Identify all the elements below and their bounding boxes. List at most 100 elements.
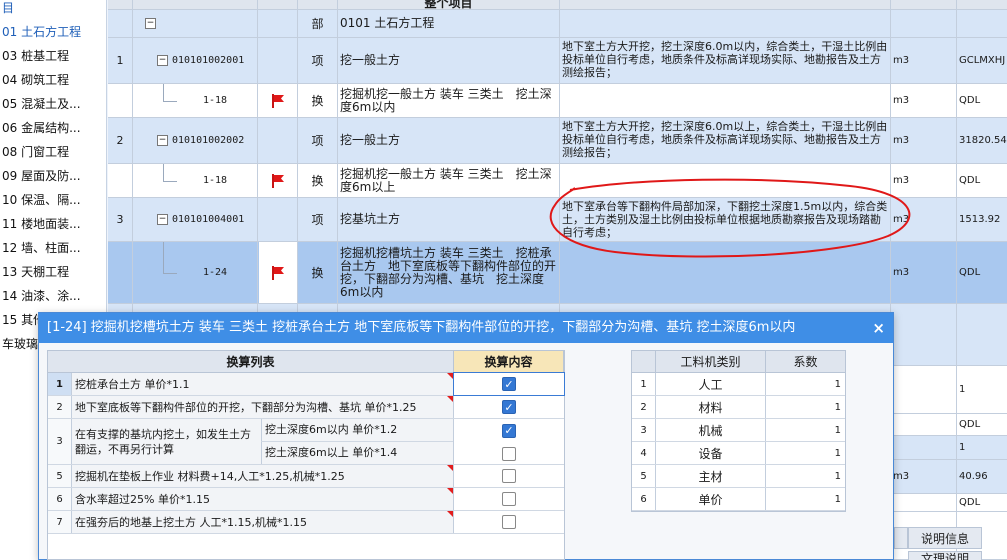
collapse-toggle[interactable]: − xyxy=(157,55,168,66)
row-features[interactable]: 地下室土方大开挖，挖土深度6.0m以上，综合类土，干湿土比例由投标单位自行考虑，… xyxy=(560,118,891,163)
tree-item[interactable]: 08 门窗工程 xyxy=(0,142,69,162)
red-corner-marker xyxy=(447,511,453,517)
row-qty: 1 xyxy=(959,384,966,395)
row-name[interactable]: 挖掘机挖一般土方 装车 三类土 挖土深度6m以上 xyxy=(338,164,560,197)
row-unit: m3 xyxy=(891,84,957,117)
conversion-row[interactable]: 2 地下室底板等下翻构件部位的开挖，下翻部分为沟槽、基坑 单价*1.25 ✓ xyxy=(48,396,564,419)
grid-row[interactable]: − 部 0101 土石方工程 xyxy=(108,10,1007,38)
tab-partial[interactable]: 文理说明 xyxy=(908,551,982,560)
grid-row[interactable]: 3−010101004001 项挖基坑土方 地下室承台等下翻构件局部加深，下翻挖土深… xyxy=(108,198,1007,242)
checkbox-cell xyxy=(454,488,564,510)
material-coef[interactable]: 1 xyxy=(766,465,845,487)
row-qty xyxy=(957,10,1007,37)
row-category: 项 xyxy=(298,38,338,83)
conversion-checkbox[interactable] xyxy=(502,469,516,483)
row-features[interactable]: 地下室承台等下翻构件局部加深，下翻挖土深度1.5m以内，综合类土，土方类别及湿土… xyxy=(560,198,891,241)
row-flag-cell xyxy=(258,118,298,163)
flag-box xyxy=(258,242,297,303)
conversion-checkbox[interactable]: ✓ xyxy=(502,377,516,391)
red-flag-icon xyxy=(271,93,284,108)
conversion-row[interactable]: 5 挖掘机在垫板上作业 材料费+14,人工*1.25,机械*1.25 xyxy=(48,465,564,488)
conversion-row[interactable]: 7 在强夯后的地基上挖土方 人工*1.15,机械*1.15 xyxy=(48,511,564,534)
checkbox-cell xyxy=(454,442,564,465)
row-code: −010101002002 xyxy=(133,118,258,163)
grid-row[interactable]: 2−010101002002 项挖一般土方 地下室土方大开挖，挖土深度6.0m以上，… xyxy=(108,118,1007,164)
tree-connector xyxy=(163,242,164,273)
conversion-checkbox[interactable] xyxy=(502,515,516,529)
material-type: 单价 xyxy=(656,488,766,510)
tab-left-partial[interactable] xyxy=(894,527,908,549)
material-coef[interactable]: 1 xyxy=(766,373,845,395)
row-name[interactable]: 0101 土石方工程 xyxy=(338,10,560,37)
conversion-row[interactable]: 1 挖桩承台土方 单价*1.1 ✓ xyxy=(48,372,565,396)
conversion-checkbox[interactable]: ✓ xyxy=(502,423,516,438)
material-coef[interactable]: 1 xyxy=(766,488,845,510)
row-features[interactable]: 地下室土方大开挖，挖土深度6.0m以内，综合类土，干湿土比例由投标单位自行考虑，… xyxy=(560,38,891,83)
grid-row[interactable]: 1-18 换挖掘机挖一般土方 装车 三类土 挖土深度6m以内 m3 QDL xyxy=(108,84,1007,118)
row-unit: m3 xyxy=(891,164,957,197)
checkbox-cell xyxy=(454,465,564,487)
row-unit xyxy=(891,436,957,459)
conversion-checkbox[interactable] xyxy=(502,492,516,506)
row-code: −010101002001 xyxy=(133,38,258,83)
tree-item[interactable]: 06 金属结构... xyxy=(0,118,81,138)
tree-item[interactable]: 09 屋面及防... xyxy=(0,166,81,186)
tree-item[interactable]: 04 砌筑工程 xyxy=(0,70,69,90)
material-row[interactable]: 5 主材 1 xyxy=(632,465,845,488)
material-row-number: 2 xyxy=(632,396,656,418)
conversion-checkbox[interactable] xyxy=(502,446,516,461)
red-corner-marker xyxy=(447,488,453,494)
conversion-label: 挖桩承台土方 单价*1.1 xyxy=(75,378,190,391)
grid-row[interactable]: 1-18 换挖掘机挖一般土方 装车 三类土 挖土深度6m以上 m3 QDL xyxy=(108,164,1007,198)
row-name[interactable]: 挖一般土方 xyxy=(338,38,560,83)
conversion-row[interactable]: 6 含水率超过25% 单价*1.15 xyxy=(48,488,564,511)
material-row[interactable]: 1 人工 1 xyxy=(632,373,845,396)
collapse-toggle[interactable]: − xyxy=(145,18,156,29)
row-unit xyxy=(891,304,957,365)
material-coef[interactable]: 1 xyxy=(766,442,845,464)
collapse-toggle[interactable]: − xyxy=(157,214,168,225)
conversion-row-number: 3 xyxy=(48,419,72,464)
grid-row[interactable]: 1-24 换挖掘机挖槽坑土方 装车 三类土 挖桩承台土方 地下室底板等下翻构件部位… xyxy=(108,242,1007,304)
tree-item[interactable]: 01 土石方工程 xyxy=(0,22,81,42)
row-name[interactable]: 挖掘机挖一般土方 装车 三类土 挖土深度6m以内 xyxy=(338,84,560,117)
tree-item[interactable]: 12 墙、柱面... xyxy=(0,238,81,258)
conversion-checkbox[interactable]: ✓ xyxy=(502,400,516,414)
tab-info[interactable]: 说明信息 xyxy=(908,527,982,549)
row-category: 项 xyxy=(298,118,338,163)
row-code: −010101004001 xyxy=(133,198,258,241)
row-features[interactable] xyxy=(560,242,891,303)
row-features[interactable] xyxy=(560,10,891,37)
row-unit: m3 xyxy=(891,242,957,303)
tree-item[interactable]: 14 油漆、涂... xyxy=(0,286,81,306)
material-row[interactable]: 6 单价 1 xyxy=(632,488,845,511)
grid-row[interactable]: 1−010101002001 项挖一般土方 地下室土方大开挖，挖土深度6.0m以内，… xyxy=(108,38,1007,84)
close-icon[interactable]: × xyxy=(872,313,885,343)
material-row[interactable]: 2 材料 1 xyxy=(632,396,845,419)
checkbox-cell: ✓ xyxy=(453,372,565,396)
tree-item[interactable]: 10 保温、隔... xyxy=(0,190,81,210)
tree-item[interactable]: 13 天棚工程 xyxy=(0,262,69,282)
row-code: 1-18 xyxy=(133,164,258,197)
row-qty: QDL xyxy=(959,419,981,430)
material-coef[interactable]: 1 xyxy=(766,419,845,441)
material-row[interactable]: 4 设备 1 xyxy=(632,442,845,465)
collapse-toggle[interactable]: − xyxy=(157,135,168,146)
tree-item[interactable]: 05 混凝土及... xyxy=(0,94,81,114)
material-row[interactable]: 3 机械 1 xyxy=(632,419,845,442)
row-name[interactable]: 挖基坑土方 xyxy=(338,198,560,241)
material-coef[interactable]: 1 xyxy=(766,396,845,418)
row-name[interactable]: 挖掘机挖槽坑土方 装车 三类土 挖桩承台土方 地下室底板等下翻构件部位的开挖，下… xyxy=(338,242,560,303)
row-qty: QDL xyxy=(959,175,981,186)
row-category: 换 xyxy=(298,242,338,303)
row-flag-cell xyxy=(258,242,298,303)
material-row-number: 1 xyxy=(632,373,656,395)
row-features[interactable] xyxy=(560,84,891,117)
material-type: 材料 xyxy=(656,396,766,418)
conversion-row[interactable]: 3 在有支撑的基坑内挖土，如发生土方翻运，不再另行计算 挖土深度6m以内 单价*1.… xyxy=(48,419,564,465)
tree-item[interactable]: 03 桩基工程 xyxy=(0,46,69,66)
row-features[interactable] xyxy=(560,164,891,197)
tree-item[interactable]: 目 xyxy=(0,0,14,18)
tree-item[interactable]: 11 楼地面装... xyxy=(0,214,81,234)
row-name[interactable]: 挖一般土方 xyxy=(338,118,560,163)
